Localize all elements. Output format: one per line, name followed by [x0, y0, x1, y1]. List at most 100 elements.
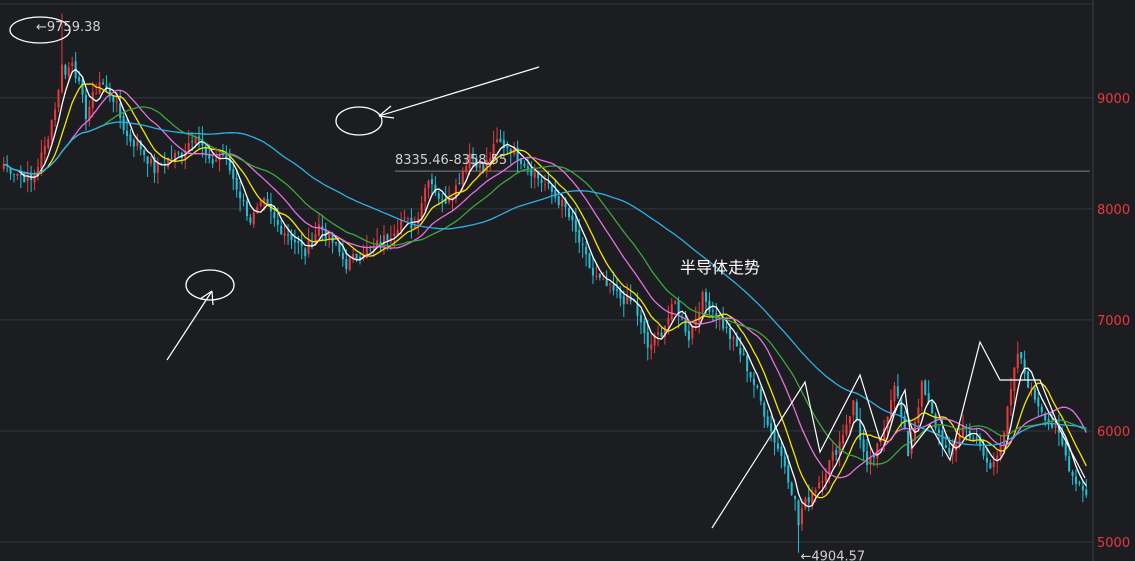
plot-background: [0, 0, 1135, 561]
candle-body: [146, 156, 149, 164]
candle-body: [67, 67, 70, 77]
candle-body: [249, 217, 252, 223]
candle-body: [12, 173, 16, 175]
candle-body: [16, 173, 19, 176]
candle-body: [403, 217, 406, 219]
candle-body: [732, 337, 735, 339]
y-tick-label: 9000: [1097, 92, 1130, 107]
candle-body: [400, 219, 403, 231]
candle-body: [722, 319, 725, 329]
candle-body: [129, 134, 132, 142]
candle-body: [763, 402, 766, 417]
candle-body: [547, 182, 550, 184]
candle-body: [982, 446, 985, 456]
candle-body: [156, 162, 159, 173]
y-tick-label: 6000: [1097, 425, 1130, 440]
candle-body: [862, 439, 865, 452]
candle-body: [749, 372, 752, 378]
range-label: 8335.46-8358.55: [395, 153, 507, 168]
candle-body: [430, 178, 433, 185]
candle-body: [341, 252, 344, 260]
candle-body: [790, 482, 793, 495]
candle-body: [239, 191, 242, 199]
candle-body: [581, 243, 584, 245]
candle-body: [348, 258, 351, 270]
candle-body: [557, 196, 560, 206]
candle-body: [526, 166, 529, 169]
low-label: ←4904.57: [801, 550, 866, 561]
candle-body: [766, 416, 769, 426]
candle-body: [136, 141, 139, 147]
candle-body: [506, 145, 509, 149]
candle-body: [746, 355, 749, 372]
candle-body: [461, 171, 464, 185]
candle-body: [893, 385, 896, 402]
candle-body: [64, 65, 67, 75]
candle-body: [225, 154, 228, 158]
candle-body: [177, 152, 180, 154]
y-tick-label: 7000: [1097, 314, 1130, 329]
candle-body: [937, 429, 941, 433]
candle-body: [242, 199, 245, 201]
candle-body: [187, 142, 190, 151]
candle-body: [742, 353, 745, 355]
candle-body: [578, 229, 581, 243]
candle-body: [1054, 425, 1057, 429]
candle-body: [57, 90, 60, 108]
candle-body: [667, 317, 670, 325]
candle-body: [598, 273, 601, 278]
candle-body: [787, 465, 790, 483]
candle-body: [571, 215, 574, 221]
candle-body: [1006, 406, 1009, 435]
candle-body: [307, 240, 310, 255]
candle-body: [132, 140, 135, 147]
candle-body: [612, 284, 615, 291]
candle-body: [660, 332, 663, 337]
candle-body: [574, 220, 577, 232]
candle-body: [992, 461, 995, 468]
candle-body: [1071, 471, 1074, 476]
candle-body: [1023, 359, 1026, 374]
candle-body: [896, 386, 899, 397]
candle-body: [338, 242, 341, 253]
candle-body: [704, 292, 708, 302]
candle-body: [1009, 389, 1012, 406]
candle-body: [1064, 442, 1067, 456]
candle-body: [334, 241, 338, 244]
candle-body: [821, 481, 824, 483]
candle-body: [708, 300, 711, 312]
candle-body: [232, 169, 235, 180]
candle-body: [543, 184, 547, 186]
candle-body: [650, 344, 653, 350]
candle-body: [698, 313, 701, 322]
candle-body: [1078, 482, 1081, 485]
candle-body: [1085, 489, 1088, 496]
candle-body: [752, 378, 756, 385]
candle-body: [245, 200, 248, 217]
candle-body: [567, 207, 571, 218]
candle-body: [711, 310, 714, 312]
candle-body: [595, 275, 598, 277]
candle-body: [266, 198, 269, 205]
candle-body: [122, 115, 125, 131]
candle-body: [674, 301, 677, 304]
candle-body: [643, 321, 646, 334]
candle-body: [170, 158, 173, 160]
candle-body: [1068, 456, 1071, 472]
candle-body: [60, 64, 63, 92]
candle-body: [1013, 367, 1016, 391]
candle-body: [797, 500, 800, 526]
candle-body: [602, 278, 605, 280]
candle-body: [794, 496, 797, 499]
candle-body: [701, 292, 704, 313]
candle-body: [304, 248, 307, 257]
candle-body: [112, 96, 115, 102]
candle-body: [287, 234, 290, 236]
candle-body: [43, 145, 46, 155]
candle-body: [191, 141, 194, 143]
candle-body: [1003, 432, 1006, 446]
candle-body: [605, 279, 608, 287]
candle-body: [276, 219, 279, 225]
candle-body: [297, 241, 300, 243]
candle-body: [530, 169, 533, 176]
